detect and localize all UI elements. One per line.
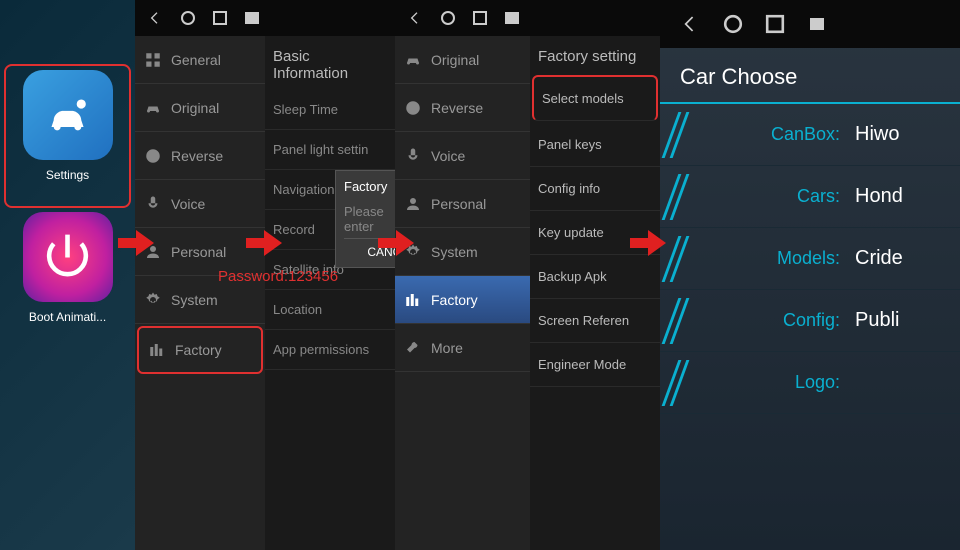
menu-more[interactable]: More: [395, 324, 530, 372]
car-choose-panel: Car Choose CanBox:Hiwo Cars:Hond Models:…: [660, 0, 960, 550]
menu-factory[interactable]: Factory: [395, 276, 530, 324]
factory-panel-keys[interactable]: Panel keys: [530, 123, 660, 167]
settings-panel-2: Original Reverse Voice Personal System F…: [395, 0, 530, 550]
menu-reverse[interactable]: Reverse: [395, 84, 530, 132]
back-icon[interactable]: [147, 10, 163, 26]
factory-title: Factory setting: [530, 36, 660, 73]
grid-icon: [143, 50, 163, 70]
slash-icon: [670, 112, 690, 158]
recent-icon[interactable]: [213, 11, 227, 25]
menu-general[interactable]: General: [135, 36, 265, 84]
arrow-icon: [378, 228, 414, 258]
person-icon: [403, 194, 423, 214]
home-icon[interactable]: [441, 11, 455, 25]
arrow-icon: [246, 228, 282, 258]
row-cars[interactable]: Cars:Hond: [660, 166, 960, 228]
row-config[interactable]: Config:Publi: [660, 290, 960, 352]
android-navbar: [660, 0, 960, 48]
settings-menu: General Original Reverse Voice Personal …: [135, 36, 265, 550]
factory-screen-ref[interactable]: Screen Referen: [530, 299, 660, 343]
car-choose-title: Car Choose: [660, 48, 960, 104]
home-icon[interactable]: [181, 11, 195, 25]
power-icon: [23, 212, 113, 302]
menu-personal[interactable]: Personal: [395, 180, 530, 228]
menu-voice[interactable]: Voice: [395, 132, 530, 180]
factory-backup-apk[interactable]: Backup Apk: [530, 255, 660, 299]
mic-icon: [143, 194, 163, 214]
password-hint: Password:123456: [218, 268, 338, 285]
factory-icon: [147, 340, 167, 360]
reverse-icon: [403, 98, 423, 118]
recent-icon[interactable]: [473, 11, 487, 25]
wrench-icon: [403, 338, 423, 358]
settings-icon: [23, 70, 113, 160]
slash-icon: [670, 298, 690, 344]
slash-icon: [670, 360, 690, 406]
car-icon: [403, 50, 423, 70]
settings-label: Settings: [46, 168, 89, 182]
row-models[interactable]: Models:Cride: [660, 228, 960, 290]
info-location[interactable]: Location: [265, 290, 395, 330]
dialog-title: Factory: [344, 179, 395, 194]
menu-original[interactable]: Original: [395, 36, 530, 84]
row-logo[interactable]: Logo:: [660, 352, 960, 414]
home-icon[interactable]: [724, 15, 742, 33]
factory-config-info[interactable]: Config info: [530, 167, 660, 211]
reverse-icon: [143, 146, 163, 166]
menu-original[interactable]: Original: [135, 84, 265, 132]
info-sleep-time[interactable]: Sleep Time: [265, 90, 395, 130]
gallery-icon[interactable]: [245, 12, 259, 24]
boot-animation-app[interactable]: Boot Animati...: [0, 212, 135, 324]
basic-info-panel: Basic Information Sleep Time Panel light…: [265, 36, 395, 550]
recent-icon[interactable]: [766, 15, 784, 33]
basic-info-title: Basic Information: [265, 36, 395, 90]
home-screen: Settings Boot Animati...: [0, 0, 135, 550]
menu-voice[interactable]: Voice: [135, 180, 265, 228]
menu-system[interactable]: System: [395, 228, 530, 276]
factory-select-models[interactable]: Select models: [532, 75, 658, 121]
slash-icon: [670, 174, 690, 220]
factory-icon: [403, 290, 423, 310]
row-canbox[interactable]: CanBox:Hiwo: [660, 104, 960, 166]
gear-icon: [143, 290, 163, 310]
arrow-icon: [118, 228, 154, 258]
factory-settings-panel: Factory setting Select models Panel keys…: [530, 0, 660, 550]
boot-label: Boot Animati...: [29, 310, 106, 324]
mic-icon: [403, 146, 423, 166]
factory-engineer-mode[interactable]: Engineer Mode: [530, 343, 660, 387]
android-navbar: [395, 0, 530, 36]
menu-factory[interactable]: Factory: [137, 326, 263, 374]
info-app-permissions[interactable]: App permissions: [265, 330, 395, 370]
back-icon[interactable]: [680, 14, 701, 35]
gallery-icon[interactable]: [505, 12, 519, 24]
car-icon: [143, 98, 163, 118]
gallery-icon[interactable]: [810, 18, 824, 30]
menu-reverse[interactable]: Reverse: [135, 132, 265, 180]
info-panel-light[interactable]: Panel light settin: [265, 130, 395, 170]
arrow-icon: [630, 228, 666, 258]
navbar-spacer: [530, 0, 660, 36]
settings-app[interactable]: Settings: [10, 70, 125, 182]
settings-app-highlight: Settings: [4, 64, 131, 208]
back-icon[interactable]: [407, 10, 423, 26]
android-navbar: [135, 0, 395, 36]
slash-icon: [670, 236, 690, 282]
